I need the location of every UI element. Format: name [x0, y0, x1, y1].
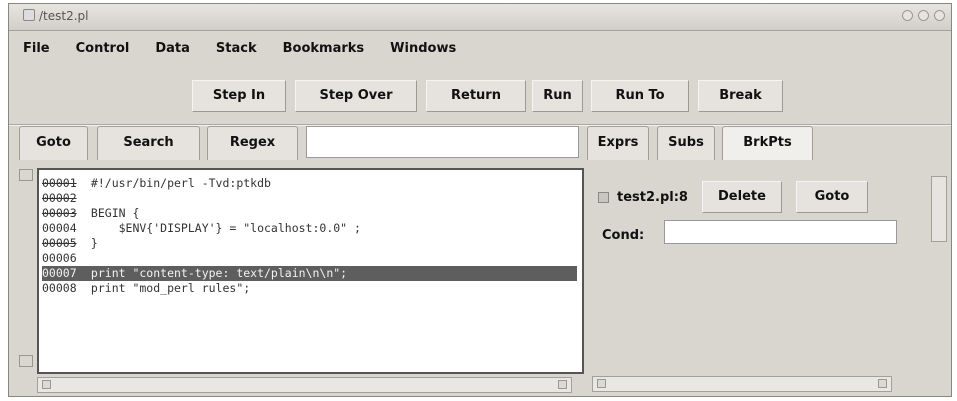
line-number[interactable]: 00002: [42, 191, 84, 206]
minimize-icon[interactable]: [902, 10, 913, 21]
line-number[interactable]: 00003: [42, 206, 84, 221]
breakpoints-vertical-scrollbar[interactable]: [931, 176, 947, 242]
run-button[interactable]: Run: [532, 80, 583, 112]
condition-label: Cond:: [602, 228, 645, 243]
window-title: /test2.pl: [23, 9, 89, 23]
tab-regex[interactable]: Regex: [207, 126, 298, 160]
code-line[interactable]: 00008 print "mod_perl rules";: [42, 281, 250, 296]
line-number[interactable]: 00005: [42, 236, 84, 251]
menu-stack[interactable]: Stack: [202, 38, 269, 60]
scroll-left-icon[interactable]: [597, 379, 606, 388]
breakpoints-panel: test2.pl:8 Delete Goto Cond:: [586, 162, 948, 396]
line-gutter: [17, 163, 33, 373]
code-line[interactable]: 00005 }: [42, 236, 98, 251]
run-to-button[interactable]: Run To: [591, 80, 689, 112]
code-line[interactable]: 00003 BEGIN {: [42, 206, 139, 221]
step-in-button[interactable]: Step In: [192, 80, 286, 112]
current-code-line[interactable]: 00007 print "content-type: text/plain\n\…: [42, 266, 577, 281]
menu-windows[interactable]: Windows: [376, 38, 468, 60]
menu-data[interactable]: Data: [141, 38, 202, 60]
line-number[interactable]: 00001: [42, 176, 84, 191]
menu-control[interactable]: Control: [62, 38, 142, 60]
line-number[interactable]: 00008: [42, 281, 84, 296]
condition-input[interactable]: [664, 220, 897, 244]
break-button[interactable]: Break: [698, 80, 783, 112]
window-title-text: /test2.pl: [39, 9, 89, 23]
code-text: #!/usr/bin/perl -Tvd:ptkdb: [84, 176, 271, 190]
source-code-view[interactable]: 00001 #!/usr/bin/perl -Tvd:ptkdb 00002 0…: [37, 168, 584, 374]
return-button[interactable]: Return: [426, 80, 526, 112]
code-text: }: [84, 236, 98, 250]
menu-bookmarks[interactable]: Bookmarks: [269, 38, 377, 60]
code-line[interactable]: 00006: [42, 251, 84, 266]
scroll-up-icon[interactable]: [19, 169, 33, 181]
scroll-right-icon[interactable]: [878, 379, 887, 388]
tab-subs[interactable]: Subs: [657, 126, 715, 160]
code-line[interactable]: 00002: [42, 191, 84, 206]
code-line[interactable]: 00004 $ENV{'DISPLAY'} = "localhost:0.0" …: [42, 221, 361, 236]
menu-bar: File Control Data Stack Bookmarks Window…: [9, 38, 468, 60]
breakpoints-horizontal-scrollbar[interactable]: [592, 376, 892, 392]
tab-exprs[interactable]: Exprs: [587, 126, 649, 160]
debugger-window: /test2.pl File Control Data Stack Bookma…: [8, 3, 952, 397]
search-input[interactable]: [306, 126, 579, 158]
scroll-down-icon[interactable]: [19, 355, 33, 367]
window-menu-icon[interactable]: [23, 9, 35, 21]
maximize-icon[interactable]: [918, 10, 929, 21]
line-number[interactable]: 00006: [42, 251, 84, 266]
scroll-left-icon[interactable]: [42, 380, 51, 389]
title-bar[interactable]: /test2.pl: [9, 4, 951, 31]
code-text: print "mod_perl rules";: [84, 281, 251, 295]
line-number[interactable]: 00004: [42, 221, 84, 236]
code-line[interactable]: 00001 #!/usr/bin/perl -Tvd:ptkdb: [42, 176, 271, 191]
tab-brkpts[interactable]: BrkPts: [722, 126, 813, 160]
menu-file[interactable]: File: [9, 38, 62, 60]
breakpoint-location: test2.pl:8: [617, 189, 688, 205]
scroll-right-icon[interactable]: [558, 380, 567, 389]
step-over-button[interactable]: Step Over: [295, 80, 417, 112]
tab-search[interactable]: Search: [97, 126, 200, 160]
code-horizontal-scrollbar[interactable]: [37, 377, 572, 393]
breakpoint-enabled-checkbox[interactable]: [598, 191, 609, 203]
code-text: BEGIN {: [84, 206, 140, 220]
close-icon[interactable]: [934, 10, 945, 21]
breakpoint-row: test2.pl:8 Delete Goto: [598, 180, 868, 214]
delete-breakpoint-button[interactable]: Delete: [701, 181, 782, 213]
line-number[interactable]: 00007: [42, 266, 84, 281]
window-controls: [902, 10, 945, 21]
tab-goto[interactable]: Goto: [19, 126, 88, 160]
goto-breakpoint-button[interactable]: Goto: [795, 181, 868, 213]
code-text: $ENV{'DISPLAY'} = "localhost:0.0" ;: [84, 221, 361, 235]
code-text: print "content-type: text/plain\n\n";: [84, 266, 348, 280]
